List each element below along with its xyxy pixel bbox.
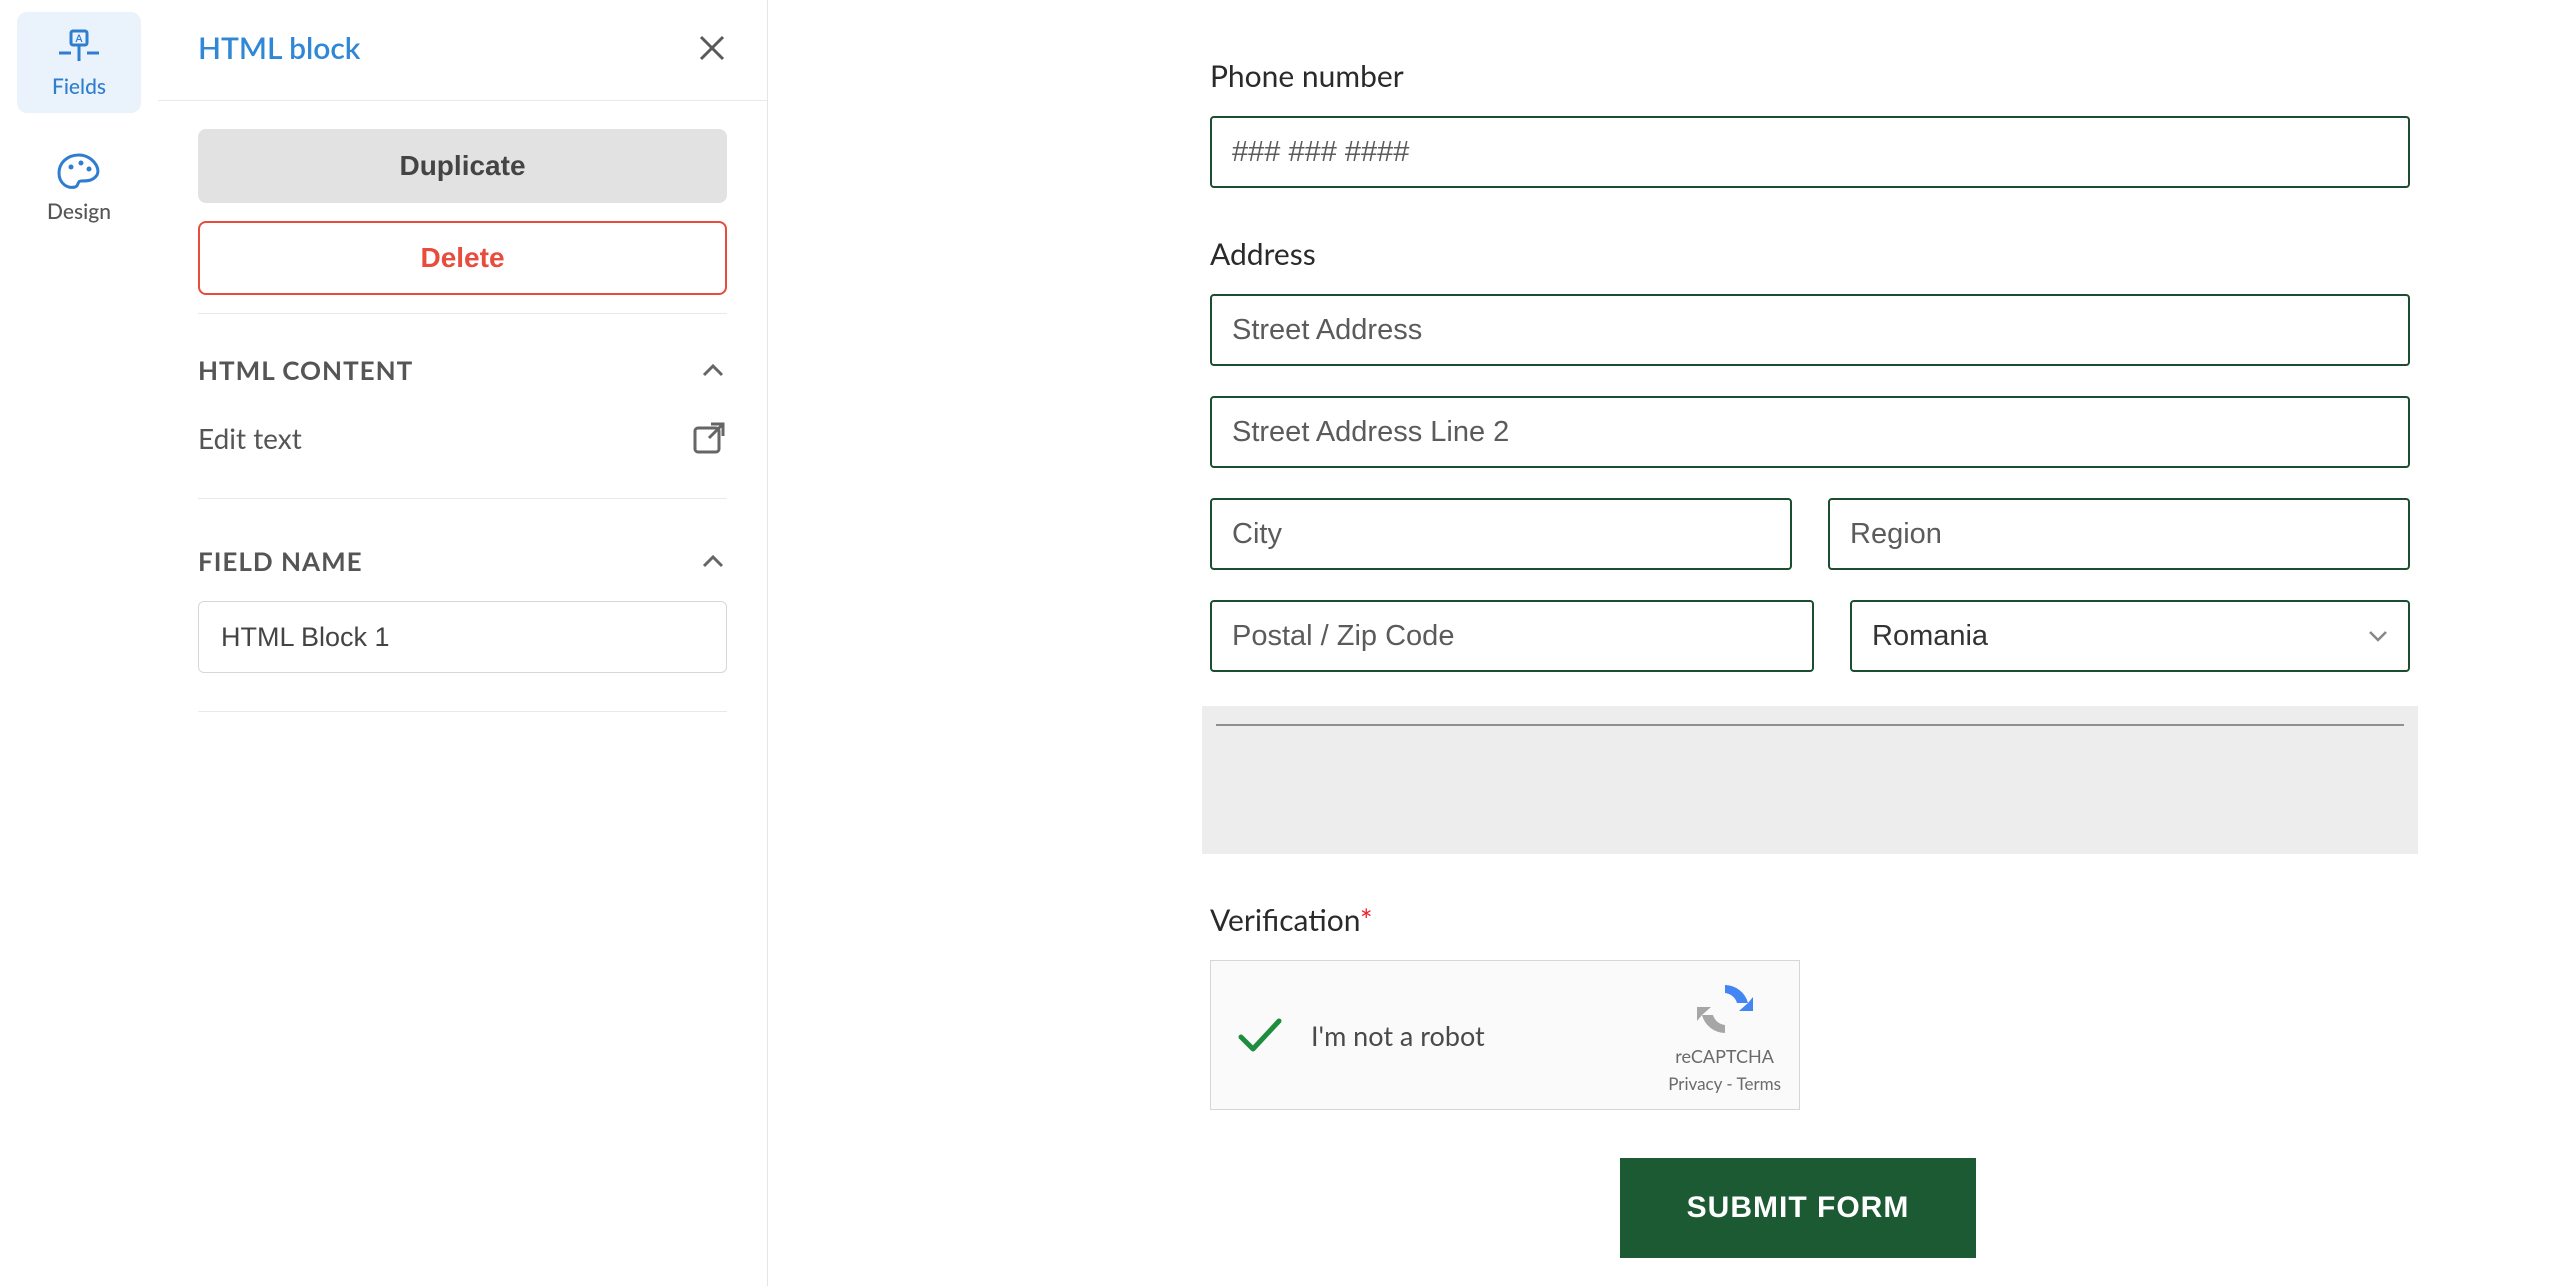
form-canvas: Phone number Address — [768, 0, 2552, 1286]
address-label: Address — [1210, 236, 2410, 272]
close-icon[interactable] — [697, 33, 727, 63]
phone-label: Phone number — [1210, 58, 2410, 94]
duplicate-button[interactable]: Duplicate — [198, 129, 727, 203]
section-html-content[interactable]: HTML CONTENT — [198, 313, 727, 410]
html-block-selected[interactable] — [1202, 706, 2418, 854]
phone-input[interactable] — [1210, 116, 2410, 188]
section-label: HTML CONTENT — [198, 354, 413, 386]
rail-tab-fields[interactable]: A Fields — [17, 12, 141, 113]
recaptcha-links[interactable]: Privacy - Terms — [1668, 1073, 1781, 1094]
rail-tab-design[interactable]: Design — [17, 137, 141, 238]
verification-text: Verification — [1210, 902, 1360, 938]
fields-icon: A — [55, 26, 103, 66]
open-external-icon — [691, 420, 727, 456]
chevron-up-icon — [699, 547, 727, 575]
edit-text-label: Edit text — [198, 421, 302, 455]
check-icon — [1235, 1013, 1285, 1057]
country-select[interactable] — [1850, 600, 2410, 672]
captcha-text: I'm not a robot — [1311, 1019, 1485, 1052]
properties-panel: HTML block Duplicate Delete HTML CONTENT… — [158, 0, 768, 1286]
delete-button[interactable]: Delete — [198, 221, 727, 295]
recaptcha-brand: reCAPTCHA Privacy - Terms — [1668, 979, 1781, 1094]
street2-input[interactable] — [1210, 396, 2410, 468]
required-asterisk: * — [1360, 902, 1373, 938]
chevron-up-icon — [699, 356, 727, 384]
left-rail: A Fields Design — [0, 0, 158, 1286]
region-input[interactable] — [1828, 498, 2410, 570]
recaptcha-name: reCAPTCHA — [1668, 1045, 1781, 1067]
svg-text:A: A — [75, 33, 83, 45]
postal-input[interactable] — [1210, 600, 1814, 672]
panel-title: HTML block — [198, 30, 360, 66]
verification-label: Verification* — [1210, 902, 2410, 938]
rail-label: Fields — [52, 74, 106, 99]
panel-header: HTML block — [158, 0, 767, 101]
section-field-name[interactable]: FIELD NAME — [198, 499, 727, 601]
recaptcha-icon — [1691, 979, 1759, 1039]
city-input[interactable] — [1210, 498, 1792, 570]
edit-text-row[interactable]: Edit text — [198, 410, 727, 499]
country-value[interactable] — [1850, 600, 2410, 672]
street1-input[interactable] — [1210, 294, 2410, 366]
rail-label: Design — [47, 199, 111, 224]
field-name-input[interactable] — [198, 601, 727, 673]
recaptcha-widget[interactable]: I'm not a robot reCAPTCHA Privacy - Term… — [1210, 960, 1800, 1110]
section-label: FIELD NAME — [198, 545, 363, 577]
palette-icon — [55, 151, 103, 191]
submit-button[interactable]: SUBMIT FORM — [1620, 1158, 1976, 1258]
